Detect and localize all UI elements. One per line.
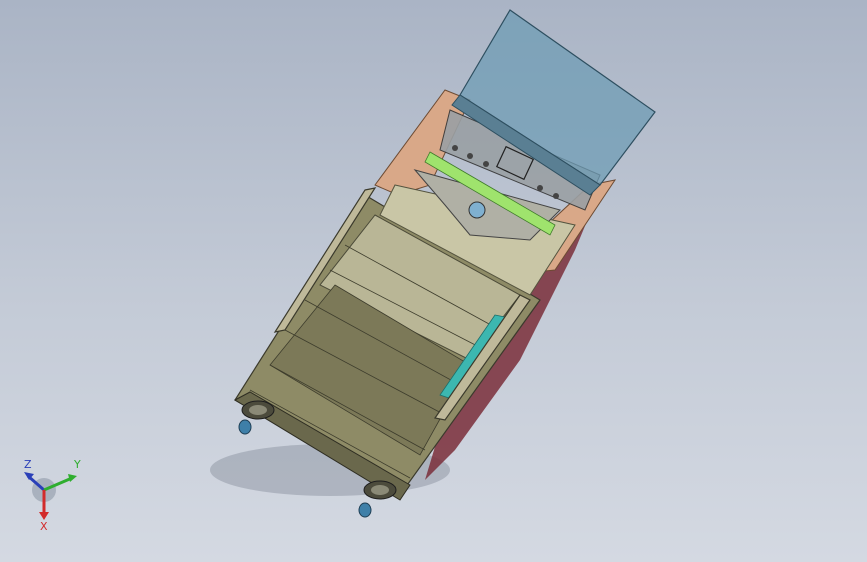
z-axis-label: Z: [24, 458, 32, 471]
machine-cabinet-model[interactable]: [0, 0, 867, 562]
y-axis-arrow-icon: [68, 474, 77, 482]
x-axis-arrow-icon: [39, 512, 49, 520]
cad-viewport[interactable]: Z Y X: [0, 0, 867, 562]
x-axis-label: X: [40, 520, 48, 532]
y-axis-label: Y: [73, 458, 81, 471]
fan-vent-left: [241, 400, 275, 420]
fan-vent-right: [363, 480, 397, 500]
orientation-triad[interactable]: Z Y X: [14, 452, 94, 532]
outlet-hole-icon: [468, 201, 486, 219]
